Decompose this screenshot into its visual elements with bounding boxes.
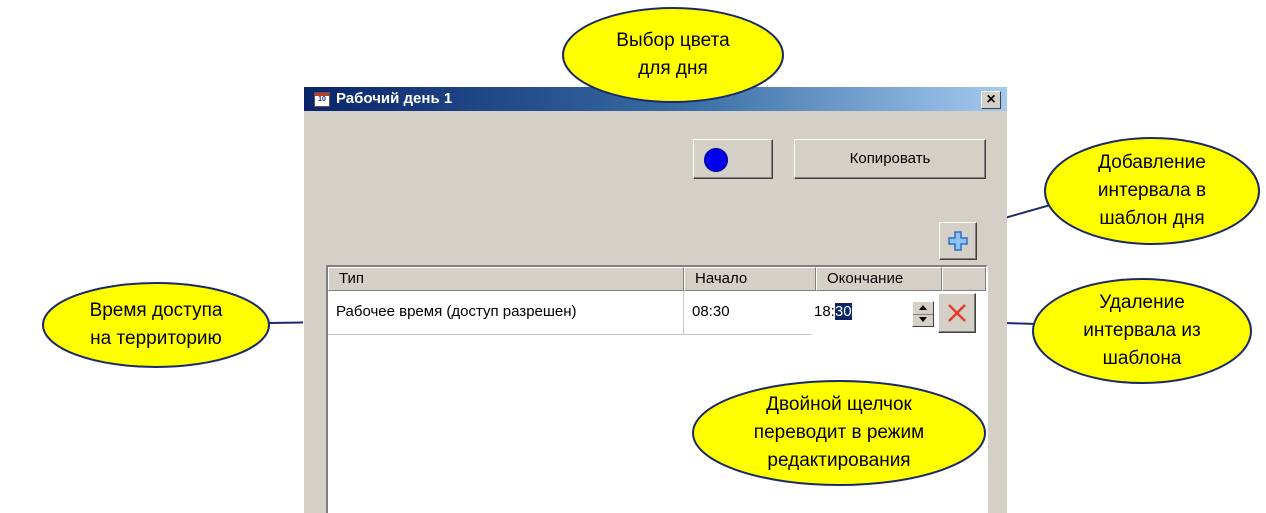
copy-button[interactable]: Копировать — [794, 139, 986, 179]
end-minutes-selected: 30 — [834, 303, 852, 320]
arrow-down-icon — [919, 317, 927, 322]
time-spinner[interactable] — [912, 301, 934, 327]
plus-icon — [948, 231, 968, 251]
calendar-icon: 10 — [314, 92, 330, 107]
color-swatch-icon — [704, 148, 728, 172]
callout-color: Выбор цвета для дня — [560, 5, 786, 105]
cell-start[interactable]: 08:30 — [684, 291, 816, 335]
spin-down-button[interactable] — [913, 314, 933, 326]
column-header-type[interactable]: Тип — [328, 267, 684, 291]
day-color-button[interactable] — [693, 139, 773, 179]
column-header-start[interactable]: Начало — [684, 267, 816, 291]
close-button[interactable]: × — [981, 91, 1001, 109]
callout-add-text: Добавление интервала в шаблон дня — [1097, 152, 1207, 229]
callout-edit: Двойной щелчок переводит в режим редактиро… — [690, 378, 988, 488]
end-hours: 18: — [814, 303, 835, 320]
callout-add: Добавление интервала в шаблон дня — [1042, 135, 1262, 247]
callout-access-text: Время доступа на территорию — [89, 300, 223, 349]
callout-delete-text: Удаление интервала из шаблона — [1083, 292, 1201, 369]
add-interval-button[interactable] — [939, 222, 977, 260]
callout-edit-text: Двойной щелчок переводит в режим редактиро… — [753, 394, 925, 471]
column-header-actions — [942, 267, 986, 291]
callout-access: Время доступа на территорию — [40, 280, 272, 370]
column-header-end[interactable]: Окончание — [816, 267, 942, 291]
callout-color-text: Выбор цвета для дня — [616, 30, 730, 79]
callout-delete: Удаление интервала из шаблона — [1030, 276, 1254, 386]
delete-interval-button[interactable] — [938, 293, 976, 333]
end-time-editor[interactable]: 18:30 — [812, 291, 906, 335]
arrow-up-icon — [919, 305, 927, 310]
delete-x-icon — [948, 304, 966, 322]
window-title: Рабочий день 1 — [336, 90, 453, 107]
cell-type[interactable]: Рабочее время (доступ разрешен) — [328, 291, 684, 335]
